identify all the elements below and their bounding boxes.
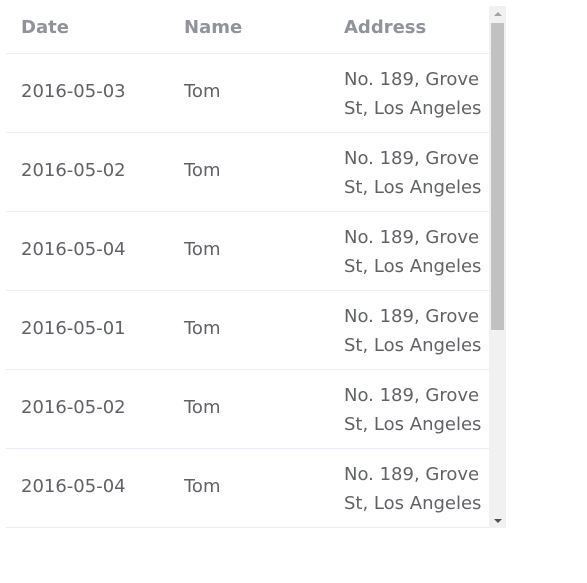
- cell-address: No. 189, Grove St, Los Angeles: [344, 464, 482, 514]
- vertical-scrollbar[interactable]: [489, 6, 506, 528]
- data-table: Date Name Address 2016-05-03 Tom No. 189…: [6, 6, 506, 528]
- cell-date: 2016-05-02: [21, 397, 126, 418]
- column-header-name[interactable]: Name: [184, 17, 242, 38]
- table-row[interactable]: 2016-05-02 Tom No. 189, Grove St, Los An…: [6, 133, 489, 212]
- triangle-down-icon: [493, 518, 502, 523]
- cell-date: 2016-05-03: [21, 81, 126, 102]
- scroll-down-button[interactable]: [489, 513, 506, 528]
- cell-address: No. 189, Grove St, Los Angeles: [344, 148, 482, 198]
- scroll-up-button[interactable]: [489, 6, 506, 21]
- cell-name: Tom: [184, 476, 221, 497]
- cell-address: No. 189, Grove St, Los Angeles: [344, 69, 482, 119]
- table-row[interactable]: 2016-05-03 Tom No. 189, Grove St, Los An…: [6, 54, 489, 133]
- cell-name: Tom: [184, 239, 221, 260]
- table-body: 2016-05-03 Tom No. 189, Grove St, Los An…: [6, 54, 489, 528]
- table-row[interactable]: 2016-05-02 Tom No. 189, Grove St, Los An…: [6, 370, 489, 449]
- cell-address: No. 189, Grove St, Los Angeles: [344, 385, 482, 435]
- triangle-up-icon: [493, 11, 502, 16]
- cell-address: No. 189, Grove St, Los Angeles: [344, 227, 482, 277]
- table-row[interactable]: 2016-05-01 Tom No. 189, Grove St, Los An…: [6, 291, 489, 370]
- cell-address: No. 189, Grove St, Los Angeles: [344, 306, 482, 356]
- cell-name: Tom: [184, 318, 221, 339]
- column-header-address[interactable]: Address: [344, 17, 426, 38]
- cell-name: Tom: [184, 81, 221, 102]
- cell-date: 2016-05-04: [21, 239, 126, 260]
- cell-date: 2016-05-01: [21, 318, 126, 339]
- scroll-thumb[interactable]: [491, 23, 504, 330]
- table-row[interactable]: 2016-05-04 Tom No. 189, Grove St, Los An…: [6, 212, 489, 291]
- cell-name: Tom: [184, 160, 221, 181]
- table-row[interactable]: 2016-05-04 Tom No. 189, Grove St, Los An…: [6, 449, 489, 528]
- cell-date: 2016-05-04: [21, 476, 126, 497]
- table-header: Date Name Address: [6, 6, 489, 54]
- column-header-date[interactable]: Date: [21, 17, 69, 38]
- cell-date: 2016-05-02: [21, 160, 126, 181]
- cell-name: Tom: [184, 397, 221, 418]
